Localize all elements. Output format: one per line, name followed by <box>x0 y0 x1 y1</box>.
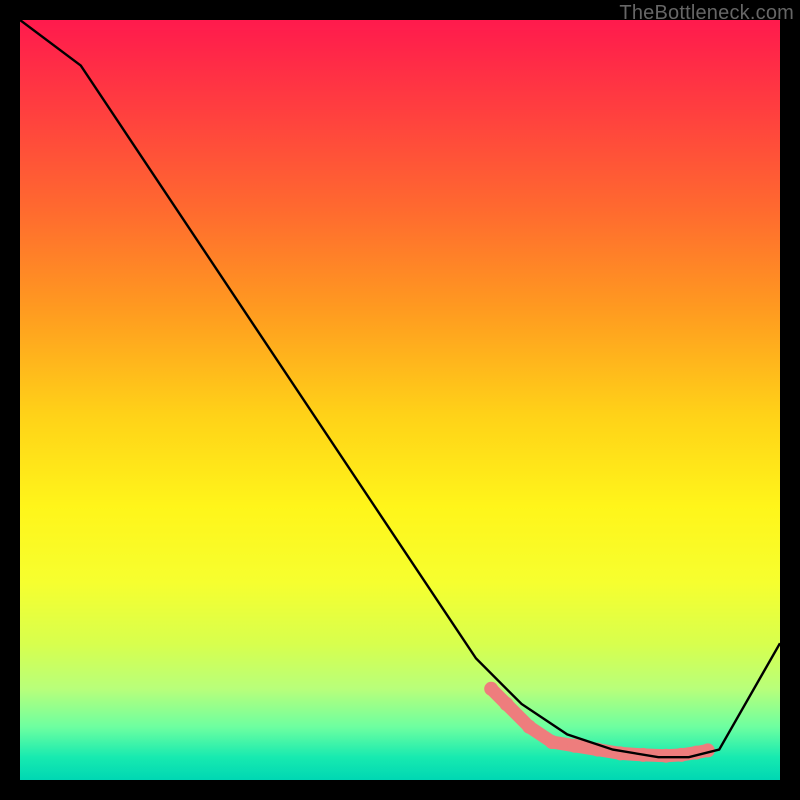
marker-dot <box>568 739 582 753</box>
marker-dot <box>484 682 498 696</box>
plot-area <box>20 20 780 780</box>
marker-dot <box>613 746 627 760</box>
marker-dot <box>659 749 673 763</box>
marker-dot <box>522 720 536 734</box>
marker-dot <box>499 697 513 711</box>
curve-path <box>20 20 780 757</box>
watermark-text: TheBottleneck.com <box>619 2 794 25</box>
chart-overlay <box>20 20 780 780</box>
marker-dot <box>674 748 688 762</box>
marker-group <box>484 682 715 763</box>
chart-container: TheBottleneck.com <box>0 0 800 800</box>
marker-dot <box>545 735 559 749</box>
